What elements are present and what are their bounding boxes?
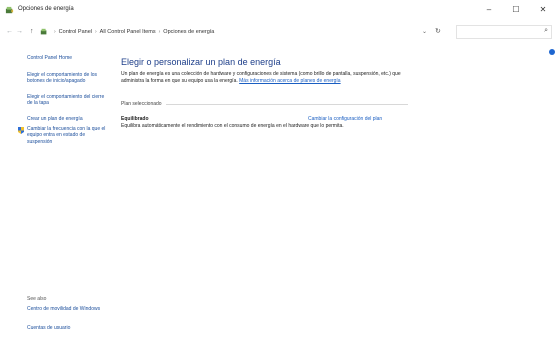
plan-name: Equilibrado xyxy=(121,116,149,122)
power-options-icon xyxy=(5,6,14,14)
shield-icon xyxy=(18,127,24,134)
power-buttons-link[interactable]: Elegir el comportamiento de los botones … xyxy=(27,72,111,85)
change-plan-settings-link[interactable]: Cambiar la configuración del plan xyxy=(308,116,382,122)
back-arrow-icon[interactable]: ← xyxy=(6,28,13,35)
window-title: Opciones de energía xyxy=(18,6,74,12)
maximize-button[interactable]: ☐ xyxy=(505,4,527,16)
user-accounts-link[interactable]: Cuentas de usuario xyxy=(27,325,111,331)
breadcrumb-item[interactable]: Opciones de energía xyxy=(163,29,214,35)
page-description: Un plan de energía es una colección de h… xyxy=(121,71,417,85)
see-also-label: See also xyxy=(27,296,47,302)
address-row: ← → ↑ › Control Panel › All Control Pane… xyxy=(0,22,556,42)
control-panel-home-link[interactable]: Control Panel Home xyxy=(27,55,111,61)
chevron-right-icon: › xyxy=(54,29,56,35)
close-button[interactable]: ✕ xyxy=(532,4,554,16)
plan-description: Equilibra automáticamente el rendimiento… xyxy=(121,123,344,129)
chevron-right-icon: › xyxy=(158,29,161,35)
refresh-icon[interactable]: ↻ xyxy=(435,27,441,35)
left-pane: Control Panel Home Elegir el comportamie… xyxy=(0,42,115,343)
search-icon[interactable]: ⌕ xyxy=(544,27,548,35)
section-label: Plan seleccionado xyxy=(121,101,162,107)
lid-close-link[interactable]: Elegir el comportamiento del cierre de l… xyxy=(27,94,111,107)
help-icon[interactable] xyxy=(549,49,555,55)
breadcrumb[interactable]: › Control Panel › All Control Panel Item… xyxy=(40,25,418,39)
minimize-button[interactable]: – xyxy=(478,4,500,16)
chevron-right-icon: › xyxy=(95,29,97,35)
control-panel-icon xyxy=(40,28,47,35)
forward-arrow-icon[interactable]: → xyxy=(16,28,23,35)
page-title: Elegir o personalizar un plan de energía xyxy=(121,57,281,67)
create-plan-link[interactable]: Crear un plan de energía xyxy=(27,116,111,122)
title-bar: Opciones de energía – ☐ ✕ xyxy=(0,0,556,22)
breadcrumb-item[interactable]: Control Panel xyxy=(59,29,92,35)
breadcrumb-item[interactable]: All Control Panel Items xyxy=(100,29,156,35)
up-arrow-icon[interactable]: ↑ xyxy=(30,28,34,35)
mobility-center-link[interactable]: Centro de movilidad de Windows xyxy=(27,306,111,312)
sleep-frequency-link[interactable]: Cambiar la frecuencia con la que el equi… xyxy=(27,126,111,145)
section-divider xyxy=(166,104,408,105)
chevron-down-icon[interactable]: ⌄ xyxy=(422,28,427,35)
more-info-link[interactable]: Más información acerca de planes de ener… xyxy=(239,78,340,84)
search-input[interactable]: ⌕ xyxy=(456,25,552,39)
